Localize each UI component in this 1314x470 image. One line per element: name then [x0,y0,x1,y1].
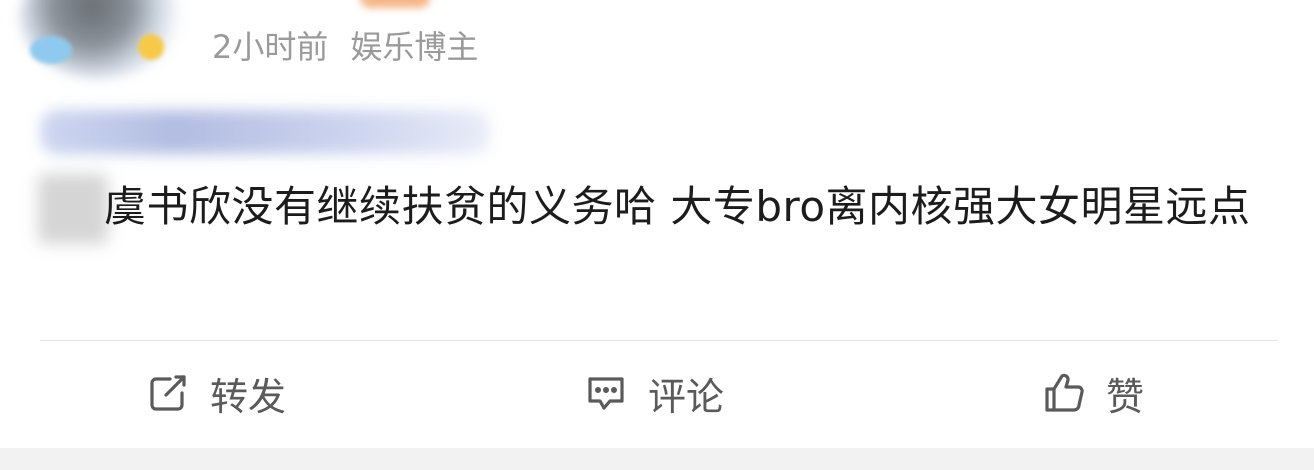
post-card: 2小时前 娱乐博主 虞书欣没有继续扶贫的义务哈 大专bro离内核强大女明星远点 … [0,0,1314,448]
repost-label: 转发 [210,374,287,419]
comment-button[interactable]: 评论 [584,370,724,419]
post-time: 2小时前 [212,28,329,66]
avatar-sun-icon [138,34,164,60]
avatar-badge-icon [30,36,72,64]
divider [40,340,1278,341]
share-square-arrow-icon [146,371,190,415]
post-body: 虞书欣没有继续扶贫的义务哈 大专bro离内核强大女明星远点 [104,182,1251,231]
thumbs-up-icon [1042,371,1086,415]
repost-button[interactable]: 转发 [146,370,286,419]
author-tag: 娱乐博主 [350,28,479,66]
username-blurred[interactable] [360,0,430,8]
post-meta: 2小时前 娱乐博主 [212,22,479,66]
action-bar: 转发 评论 赞 [0,342,1314,448]
topic-link-blurred[interactable] [40,110,490,154]
like-button[interactable]: 赞 [1042,370,1144,419]
like-label: 赞 [1106,374,1145,419]
speech-bubble-icon [584,371,628,415]
comment-label: 评论 [648,374,725,419]
feed-separator [0,448,1314,470]
